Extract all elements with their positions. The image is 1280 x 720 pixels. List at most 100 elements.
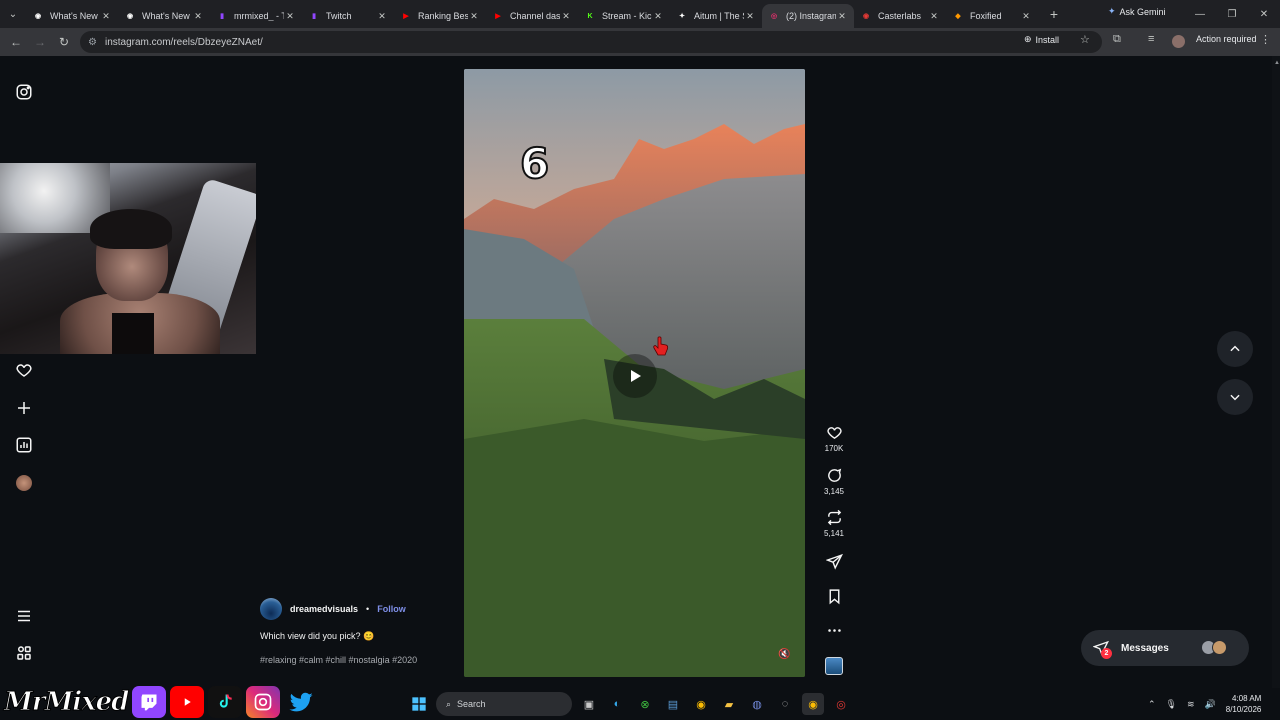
xbox-icon[interactable]: ⊗ [634,693,656,715]
windows-start-icon[interactable] [408,693,430,715]
install-app-button[interactable]: ⊕ Install [1024,34,1059,45]
reel-caption: Which view did you pick? 😊 [260,631,375,641]
restore-icon[interactable]: ❐ [1216,9,1248,20]
repost-action[interactable]: 5,141 [822,509,846,538]
previous-reel-button[interactable] [1217,331,1253,367]
tab-close-icon[interactable]: ✕ [192,11,204,22]
new-tab-button[interactable]: + [1042,6,1066,22]
chrome-active-icon[interactable]: ◉ [802,693,824,715]
save-action[interactable] [822,588,846,605]
action-required-button[interactable]: Action required [1196,34,1257,44]
aitum-icon: ✦ [679,13,685,20]
comment-action[interactable]: 3,145 [822,467,846,496]
more-menu-icon[interactable] [14,606,34,626]
reel-video[interactable]: 6 🔇 [464,69,805,677]
instagram-icon: ◎ [770,13,778,20]
casterlabs-taskbar-icon[interactable]: ◎ [830,693,852,715]
notifications-heart-icon[interactable] [14,360,34,380]
forward-arrow-icon[interactable]: → [28,35,52,49]
windows-taskbar: ⌕ Search ▣ ◐ ⊗ ▤ ◉ ▰ ◍ ◌ ◉ ◎ [408,688,852,720]
audio-muted-icon[interactable]: 🔇 [778,649,790,660]
address-bar[interactable]: ⚙ instagram.com/reels/DbzeyeZNAet/ [80,31,1102,53]
app-icon[interactable]: ▤ [662,693,684,715]
profile-avatar[interactable] [1172,35,1185,48]
taskbar-search-placeholder: Search [457,699,486,709]
dashboard-chart-icon[interactable] [14,435,34,455]
tab-close-icon[interactable]: ✕ [744,11,756,22]
share-action[interactable] [822,553,846,570]
edge-icon[interactable]: ◐ [606,693,628,715]
browser-tab[interactable]: ▮ mrmixed_ - T ✕ [210,4,302,28]
profile-avatar-icon[interactable] [14,473,34,493]
browser-tab[interactable]: K Stream - Kick ✕ [578,4,670,28]
url-text: instagram.com/reels/DbzeyeZNAet/ [104,36,263,48]
scroll-up-icon[interactable]: ▲ [1274,60,1280,68]
minimize-icon[interactable]: — [1184,9,1216,20]
follow-button[interactable]: Follow [377,604,406,614]
like-action[interactable]: 170K [822,424,846,453]
tab-title: mrmixed_ - T [234,11,284,21]
tab-close-icon[interactable]: ✕ [284,11,296,22]
author-username[interactable]: dreamedvisuals [290,604,358,614]
author-avatar[interactable] [260,598,282,620]
tab-close-icon[interactable]: ✕ [652,11,664,22]
tab-close-icon[interactable]: ✕ [376,11,388,22]
instagram-brand-icon [246,686,281,718]
browser-tab[interactable]: ◎ (2) Instagram ✕ [762,4,854,28]
github-icon: ◉ [126,13,134,20]
play-button[interactable] [613,354,657,398]
tab-close-icon[interactable]: ✕ [468,11,480,22]
messages-button[interactable]: 2 Messages [1081,630,1249,666]
twitch-icon: ▮ [220,13,224,20]
messages-label: Messages [1121,642,1169,654]
next-reel-button[interactable] [1217,379,1253,415]
tab-close-icon[interactable]: ✕ [100,11,112,22]
comment-count: 3,145 [823,487,845,496]
site-info-icon[interactable]: ⚙ [88,37,97,48]
extensions-icon[interactable]: ⧉ [1113,33,1121,46]
file-explorer-icon[interactable]: ▰ [718,693,740,715]
tab-close-icon[interactable]: ✕ [560,11,572,22]
browser-tab[interactable]: ▶ Ranking Best ✕ [394,4,486,28]
original-audio-thumbnail[interactable] [825,657,843,675]
ask-gemini-button[interactable]: ✦ Ask Gemini [1108,6,1166,17]
tab-close-icon[interactable]: ✕ [928,11,940,22]
volume-icon[interactable]: 🔊 [1205,699,1216,710]
tray-chevron-icon[interactable]: ⌃ [1148,699,1156,710]
reel-hashtags[interactable]: #relaxing #calm #chill #nostalgia #2020 [260,655,417,665]
more-options-action[interactable] [822,622,846,639]
page-scrollbar[interactable]: ▲ [1272,56,1280,688]
browser-tab[interactable]: ✦ Aitum | The S ✕ [670,4,762,28]
discord-icon[interactable]: ◍ [746,693,768,715]
bookmark-star-icon[interactable]: ☆ [1080,33,1090,46]
tab-close-icon[interactable]: ✕ [836,11,848,22]
tab-search-chevron-icon[interactable]: ⌄ [0,0,26,28]
tab-close-icon[interactable]: ✕ [1020,11,1032,22]
instagram-logo-icon[interactable] [14,82,34,102]
browser-tab[interactable]: ◉ Casterlabs ✕ [854,4,946,28]
wifi-icon[interactable]: ≋ [1187,699,1195,710]
browser-tab[interactable]: ◉ What's New ✕ [26,4,118,28]
create-plus-icon[interactable] [14,398,34,418]
chrome-icon[interactable]: ◉ [690,693,712,715]
browser-tab[interactable]: ◉ What's New ✕ [118,4,210,28]
task-view-icon[interactable]: ▣ [578,693,600,715]
browser-tab[interactable]: ▶ Channel dash ✕ [486,4,578,28]
browser-tab[interactable]: ▮ Twitch ✕ [302,4,394,28]
reload-icon[interactable]: ↻ [52,35,76,49]
taskbar-clock[interactable]: 4:08 AM 8/10/2026 [1226,693,1262,715]
taskbar-search-box[interactable]: ⌕ Search [436,692,572,716]
fox-icon: ◆ [955,13,961,20]
also-from-meta-icon[interactable] [14,643,34,663]
close-window-icon[interactable]: ✕ [1248,9,1280,20]
microphone-icon[interactable]: 🎙 [1166,699,1177,710]
repost-count: 5,141 [823,529,845,538]
browser-menu-icon[interactable]: ⋮ [1260,33,1271,46]
tab-title: Twitch [326,11,352,21]
webcam-person-hair [90,209,172,249]
gemini-sparkle-icon: ✦ [1108,6,1116,16]
browser-tab[interactable]: ◆ Foxified ✕ [946,4,1038,28]
obs-icon[interactable]: ◌ [774,693,796,715]
back-arrow-icon[interactable]: ← [4,35,28,49]
reading-list-icon[interactable]: ≡ [1148,33,1154,45]
